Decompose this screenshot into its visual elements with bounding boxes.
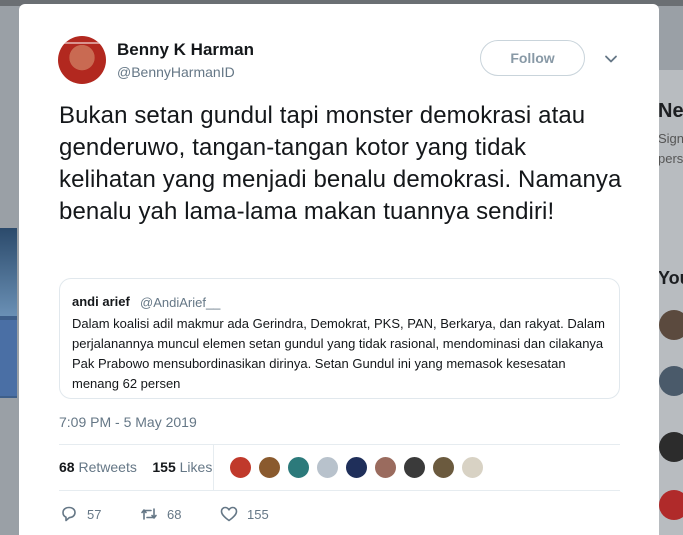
reply-count: 57 — [87, 506, 102, 522]
quoted-tweet[interactable]: andi arief @AndiArief__ Dalam koalisi ad… — [59, 278, 620, 399]
divider — [59, 444, 620, 445]
retweet-button[interactable]: 68 — [139, 504, 181, 524]
retweets-count: 68 — [59, 459, 75, 475]
timestamp[interactable]: 7:09 PM - 5 May 2019 — [59, 414, 197, 430]
like-button[interactable]: 155 — [219, 504, 269, 524]
background-heading: Ne — [658, 100, 683, 122]
follow-button[interactable]: Follow — [480, 40, 585, 76]
tweet-stats: 68 Retweets 155 Likes — [59, 459, 212, 475]
display-name[interactable]: Benny K Harman — [117, 40, 254, 60]
retweet-count: 68 — [167, 506, 182, 522]
liker-avatar[interactable] — [461, 456, 484, 479]
background-avatar — [659, 366, 683, 396]
liker-avatar[interactable] — [432, 456, 455, 479]
retweet-icon — [141, 508, 157, 520]
reply-icon — [62, 506, 76, 522]
quoted-handle: @AndiArief__ — [140, 295, 221, 310]
background-left-card — [0, 228, 17, 398]
liker-avatar[interactable] — [403, 456, 426, 479]
likes-label: Likes — [179, 459, 213, 475]
background-left-image-2 — [0, 320, 17, 396]
liker-avatar[interactable] — [258, 456, 281, 479]
reply-button[interactable]: 57 — [59, 504, 101, 524]
quoted-text: Dalam koalisi adil makmur ada Gerindra, … — [72, 316, 605, 391]
likes-count: 155 — [152, 459, 176, 475]
stats-separator — [213, 445, 214, 490]
retweets-label: Retweets — [78, 459, 137, 475]
background-avatar — [659, 310, 683, 340]
background-text: pers — [658, 151, 683, 166]
chevron-down-icon[interactable] — [604, 52, 618, 66]
background-heading: You — [658, 268, 683, 288]
quoted-name: andi arief — [72, 294, 130, 309]
heart-icon — [220, 506, 238, 522]
background-avatar — [659, 432, 683, 462]
like-count: 155 — [247, 506, 269, 522]
tweet-text: Bukan setan gundul tapi monster demokras… — [59, 102, 622, 225]
divider — [59, 490, 620, 491]
liker-avatar[interactable] — [374, 456, 397, 479]
liker-avatar[interactable] — [229, 456, 252, 479]
liker-avatar[interactable] — [345, 456, 368, 479]
background-avatar — [659, 490, 683, 520]
screen-name[interactable]: @BennyHarmanID — [117, 64, 235, 80]
likes-stat[interactable]: 155 Likes — [152, 459, 212, 475]
liker-avatar[interactable] — [287, 456, 310, 479]
avatar[interactable] — [58, 36, 106, 84]
tweet-card: Benny K Harman @BennyHarmanID Follow Buk… — [19, 4, 659, 535]
background-text: Sign — [658, 131, 683, 146]
background-left-image — [0, 228, 17, 316]
liker-avatar[interactable] — [316, 456, 339, 479]
retweets-stat[interactable]: 68 Retweets — [59, 459, 137, 475]
